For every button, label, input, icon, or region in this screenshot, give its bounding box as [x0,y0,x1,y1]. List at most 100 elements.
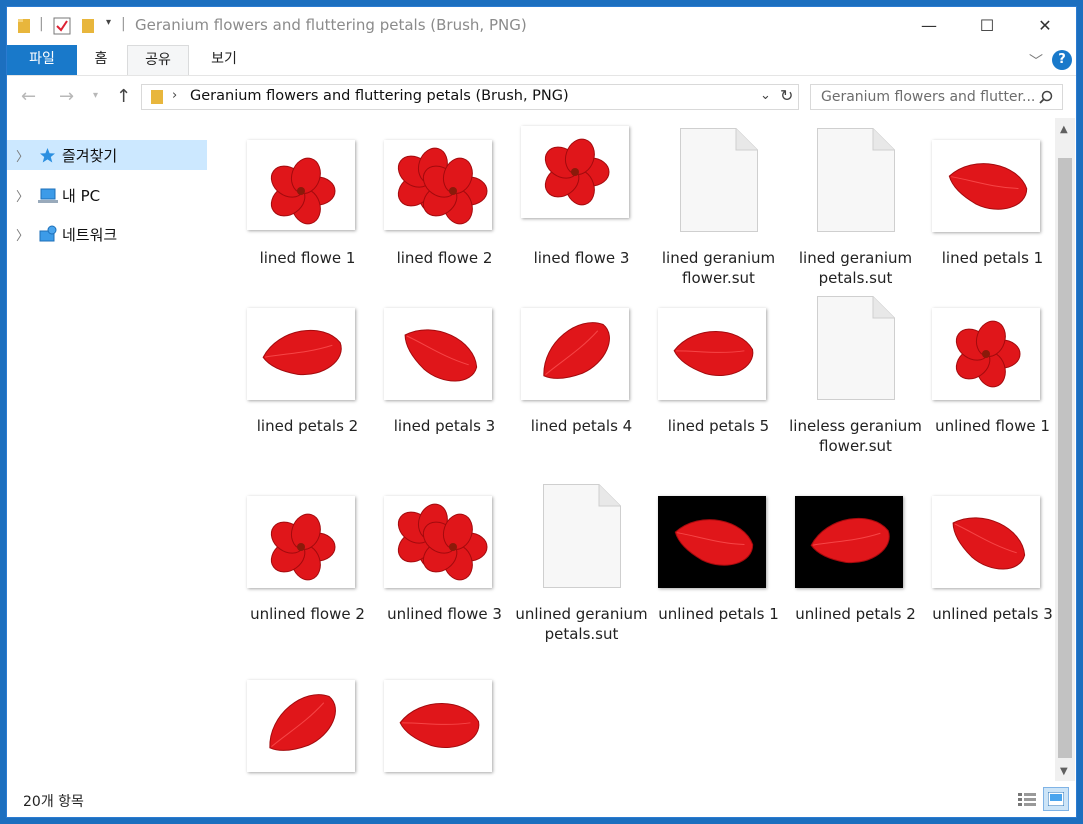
file-item[interactable]: lined flowe 2 [376,126,513,296]
file-item[interactable]: lined petals 4 [513,294,650,464]
vertical-scrollbar[interactable]: ▲ ▼ [1055,118,1075,781]
flower-thumbnail [384,140,492,230]
file-item[interactable]: unlined petals 3 [924,482,1055,652]
file-name: lineless geranium flower.sut [789,417,922,455]
petal-thumbnail [932,140,1040,232]
breadcrumb: Geranium flowers and fluttering petals (… [190,88,569,104]
folder-icon [151,90,163,104]
file-name: lined petals 2 [256,417,359,435]
refresh-icon[interactable]: ↻ [780,86,793,105]
file-item[interactable]: unlined flowe 1 [924,294,1055,464]
file-name: unlined petals 2 [795,605,916,623]
petal-thumbnail [658,496,766,588]
large-icons-view-icon [1048,792,1064,806]
scroll-down-icon[interactable]: ▼ [1060,766,1068,777]
file-item[interactable]: lined petals 3 [376,294,513,464]
star-icon [40,148,55,163]
document-icon [817,296,895,400]
petal-thumbnail [247,308,355,400]
details-view-icon[interactable] [1018,792,1036,806]
breadcrumb-chevron-icon: › [172,88,178,103]
navigation-pane: 〉 즐겨찾기 〉 내 PC 〉 네트워크 [7,118,207,781]
file-item[interactable]: unlined petals 4 [239,666,376,781]
folder-icon[interactable] [17,17,31,35]
separator: | [39,16,44,32]
properties-icon[interactable] [53,17,71,35]
explorer-window: | ▾ | Geranium flowers and fluttering pe… [6,6,1077,818]
file-grid: lined flowe 1 lined flowe 2 lined flowe 3 l… [207,118,1055,781]
recent-locations-icon[interactable]: ▾ [93,90,98,101]
ribbon-tabs: 파일 홈 공유 보기 ﹀ ? [7,45,1076,76]
tab-share[interactable]: 공유 [127,45,189,75]
back-icon[interactable]: ← [21,86,36,107]
file-item[interactable]: lined petals 1 [924,126,1055,296]
file-item[interactable]: unlined petals 1 [650,482,787,652]
forward-icon[interactable]: → [59,86,74,107]
petal-thumbnail [795,496,903,588]
file-item[interactable]: unlined petals 2 [787,482,924,652]
flower-thumbnail [384,496,492,588]
tab-home[interactable]: 홈 [77,45,125,75]
separator: | [121,16,126,32]
large-icons-view-button[interactable] [1043,787,1069,811]
file-item[interactable]: lined geranium flower.sut [650,126,787,296]
file-name: lined petals 3 [393,417,496,435]
flower-thumbnail [247,140,355,230]
scrollbar-thumb[interactable] [1058,158,1072,758]
file-item[interactable]: unlined petals 5 [376,666,513,781]
file-item[interactable]: lined geranium petals.sut [787,126,924,296]
file-name: lined flowe 2 [396,249,493,267]
address-bar[interactable]: › Geranium flowers and fluttering petals… [141,84,799,110]
nav-item-network[interactable]: 〉 네트워크 [7,219,207,249]
file-item[interactable]: unlined flowe 2 [239,482,376,652]
file-name: lined flowe 3 [533,249,630,267]
expand-chevron-icon[interactable]: 〉 [16,186,29,205]
file-name: unlined flowe 2 [250,605,365,623]
expand-chevron-icon[interactable]: 〉 [16,225,29,244]
nav-item-label: 즐겨찾기 [62,147,118,165]
petal-thumbnail [658,308,766,400]
file-item[interactable]: unlined geranium petals.sut [513,482,650,652]
expand-chevron-icon[interactable]: 〉 [16,146,29,165]
nav-item-this-pc[interactable]: 〉 내 PC [7,180,207,210]
file-item[interactable]: lineless geranium flower.sut [787,294,924,464]
help-icon[interactable]: ? [1052,50,1072,70]
document-icon [817,128,895,232]
tab-file[interactable]: 파일 [7,45,77,75]
scroll-up-icon[interactable]: ▲ [1060,124,1068,135]
petal-thumbnail [521,308,629,400]
minimize-button[interactable]: — [900,7,958,45]
petal-thumbnail [384,308,492,400]
file-name: lined geranium flower.sut [661,249,776,287]
flower-thumbnail [247,496,355,588]
address-dropdown-icon[interactable]: ⌄ [760,88,771,103]
petal-thumbnail [384,680,492,772]
up-icon[interactable]: ↑ [116,86,131,107]
file-name: unlined geranium petals.sut [515,605,648,643]
nav-item-label: 내 PC [62,187,101,205]
nav-item-quick-access[interactable]: 〉 즐겨찾기 [7,140,207,170]
maximize-button[interactable]: ☐ [958,7,1016,45]
search-placeholder: Geranium flowers and flutter... [821,89,1036,105]
expand-ribbon-icon[interactable]: ﹀ [1029,51,1043,71]
file-item[interactable]: unlined flowe 3 [376,482,513,652]
flower-thumbnail [521,126,629,218]
new-folder-icon[interactable] [81,17,95,35]
tab-view[interactable]: 보기 [193,45,255,75]
item-count: 20개 항목 [23,794,84,810]
network-icon [39,225,57,242]
pc-icon [38,188,58,203]
status-bar: 20개 항목 [7,781,1076,817]
file-name: unlined flowe 3 [387,605,502,623]
search-icon[interactable] [1039,90,1053,104]
file-item[interactable]: lined flowe 3 [513,126,650,296]
close-button[interactable]: ✕ [1016,7,1074,45]
search-input[interactable]: Geranium flowers and flutter... [810,84,1063,110]
file-name: unlined petals 3 [932,605,1053,623]
file-item[interactable]: lined petals 2 [239,294,376,464]
file-item[interactable]: lined petals 5 [650,294,787,464]
customize-quick-access-icon[interactable]: ▾ [106,17,111,35]
title-bar: | ▾ | Geranium flowers and fluttering pe… [7,7,1076,45]
petal-thumbnail [247,680,355,772]
file-item[interactable]: lined flowe 1 [239,126,376,296]
